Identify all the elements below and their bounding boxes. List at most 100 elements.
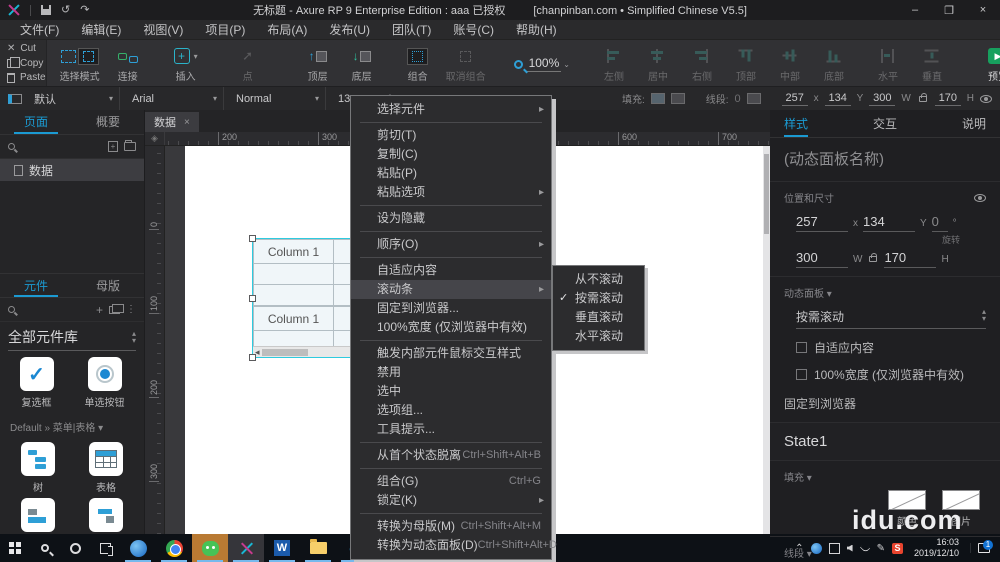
point-button[interactable]: ➚ 点 (227, 43, 269, 84)
full-width-checkbox-row[interactable]: 100%宽度 (仅浏览器中有效) (796, 366, 986, 383)
context-menu-item[interactable] (360, 205, 542, 206)
taskbar-search-button[interactable] (30, 534, 60, 562)
context-menu-item[interactable]: 粘贴(P) (351, 164, 551, 183)
line-width-value[interactable]: 0 (735, 93, 741, 105)
taskbar-app-word[interactable]: W (264, 534, 300, 562)
close-tab-icon[interactable]: × (184, 117, 190, 128)
pen-icon[interactable]: ✎ (877, 543, 885, 554)
context-menu-item[interactable]: 从首个状态脱离 Ctrl+Shift+Alt+B (351, 446, 551, 465)
eye-icon[interactable] (974, 193, 986, 202)
context-menu-item[interactable]: 转换为动态面板(D) Ctrl+Shift+Alt+D (351, 536, 557, 555)
align-middle-button[interactable]: 中部 (769, 43, 811, 84)
x-input[interactable]: 257 (796, 214, 848, 232)
selection-handle[interactable] (249, 354, 256, 361)
align-right-button[interactable]: 右侧 (681, 43, 723, 84)
h-input[interactable]: 170 (934, 92, 961, 106)
context-menu-item[interactable] (360, 513, 542, 514)
tab-outline[interactable]: 概要 (72, 110, 144, 134)
page-item-data[interactable]: 数据 (0, 159, 144, 181)
menu-item[interactable]: 帮助(H) (506, 21, 567, 38)
tab-widgets[interactable]: 元件 (0, 274, 72, 297)
canvas-tab-data[interactable]: 数据 × (145, 112, 199, 132)
context-menu-item[interactable]: 禁用 (351, 363, 551, 382)
widget-tree[interactable]: 树 (21, 442, 55, 494)
taskbar-app-chrome[interactable] (156, 534, 192, 562)
tab-pages[interactable]: 页面 (0, 110, 72, 134)
undo-icon[interactable]: ↺ (61, 4, 70, 16)
zoom-control[interactable]: 100% ⌄ (509, 43, 575, 84)
connect-button[interactable]: 连接 (107, 43, 149, 84)
context-menu-item[interactable] (360, 468, 542, 469)
action-center-button[interactable]: 1 (970, 540, 996, 553)
add-folder-icon[interactable] (124, 140, 136, 151)
context-menu-item[interactable]: 剪切(T) (351, 126, 551, 145)
table-cell[interactable] (253, 284, 334, 306)
context-menu-item[interactable]: 顺序(O) (351, 235, 551, 254)
distribute-vertical-button[interactable]: 垂直 (911, 43, 953, 84)
more-options-icon[interactable]: ⋮ (126, 304, 136, 315)
group-button[interactable]: 组合 (397, 43, 439, 84)
bottom-layer-button[interactable]: ↓ 底层 (341, 43, 383, 84)
menu-item[interactable]: 项目(P) (195, 21, 255, 38)
tab-style[interactable]: 样式 (784, 110, 809, 137)
x-input[interactable]: 257 (781, 92, 808, 106)
tab-masters[interactable]: 母版 (72, 274, 144, 297)
panel-name-input[interactable]: (动态面板名称) (770, 138, 1000, 182)
w-input[interactable]: 300 (869, 92, 896, 106)
library-section-label[interactable]: Default » 菜单|表格 ▾ (0, 411, 144, 436)
scrollbar-thumb[interactable] (764, 154, 769, 234)
copy-button[interactable]: Copy (7, 56, 46, 70)
scrollbar-select[interactable]: 按需滚动 ▴ ▾ (796, 308, 986, 329)
library-stack-icon[interactable] (109, 303, 124, 314)
cut-button[interactable]: ✕ Cut (7, 42, 46, 55)
context-menu-item[interactable]: 复制(C) (351, 145, 551, 164)
submenu-item[interactable]: 垂直滚动 (553, 308, 644, 327)
submenu-item[interactable]: 从不滚动 (553, 270, 644, 289)
context-menu-item[interactable] (360, 231, 542, 232)
context-menu-item[interactable]: 设为隐藏 (351, 209, 551, 228)
sogou-icon[interactable]: S (891, 542, 903, 554)
context-menu-item[interactable]: 选中 (351, 382, 551, 401)
menu-item[interactable]: 编辑(E) (71, 21, 131, 38)
ungroup-button[interactable]: 取消组合 (441, 43, 491, 84)
save-icon[interactable] (41, 5, 51, 15)
context-menu-item[interactable]: 转换为母版(M) Ctrl+Shift+Alt+M (351, 517, 551, 536)
submenu-item[interactable]: 按需滚动 (553, 289, 644, 308)
paste-button[interactable]: Paste (7, 71, 46, 84)
context-menu-item[interactable]: 工具提示... (351, 420, 551, 439)
context-menu-item[interactable]: 100%宽度 (仅浏览器中有效) (351, 318, 551, 337)
fill-color-swatch2[interactable] (670, 93, 685, 104)
line-color-swatch[interactable] (746, 93, 761, 104)
menu-item[interactable]: 文件(F) (10, 21, 69, 38)
table-header-cell[interactable]: Column 1 (253, 239, 334, 264)
checkbox[interactable] (796, 342, 807, 353)
rotation-input[interactable]: 0 (931, 214, 948, 232)
context-menu-item[interactable] (360, 122, 542, 123)
context-menu-item[interactable]: 选择元件 (351, 100, 551, 119)
context-menu-item[interactable]: 自适应内容 (351, 261, 551, 280)
maximize-button[interactable]: ❐ (932, 0, 966, 20)
library-select[interactable]: 全部元件库 ▴ ▾ (8, 324, 136, 351)
widget-checkbox[interactable]: ✓ 复选框 (19, 357, 54, 409)
widget-vertical-menu[interactable] (89, 498, 123, 532)
context-menu-item[interactable]: 锁定(K) (351, 491, 551, 510)
close-button[interactable]: × (966, 0, 1000, 20)
context-menu-item[interactable] (360, 442, 542, 443)
selection-handle[interactable] (249, 295, 256, 302)
cortana-button[interactable] (60, 534, 90, 562)
tray-expand-icon[interactable]: ⌃ (795, 543, 803, 554)
y-input[interactable]: 134 (824, 92, 851, 106)
tab-interaction[interactable]: 交互 (873, 110, 897, 137)
redo-icon[interactable]: ↷ (80, 4, 89, 16)
selection-handle[interactable] (249, 235, 256, 242)
fill-color-swatch[interactable] (650, 93, 665, 104)
font-weight-select[interactable]: Normal ▾ (230, 87, 326, 110)
context-menu-item[interactable]: 粘贴选项 (351, 183, 551, 202)
submenu-item[interactable]: 水平滚动 (553, 327, 644, 346)
align-top-button[interactable]: 顶部 (725, 43, 767, 84)
ime-icon[interactable] (828, 542, 840, 554)
context-menu-item[interactable]: 滚动条 (351, 280, 551, 299)
search-icon[interactable] (8, 306, 15, 313)
add-library-icon[interactable]: + (96, 303, 103, 317)
start-button[interactable] (0, 534, 30, 562)
